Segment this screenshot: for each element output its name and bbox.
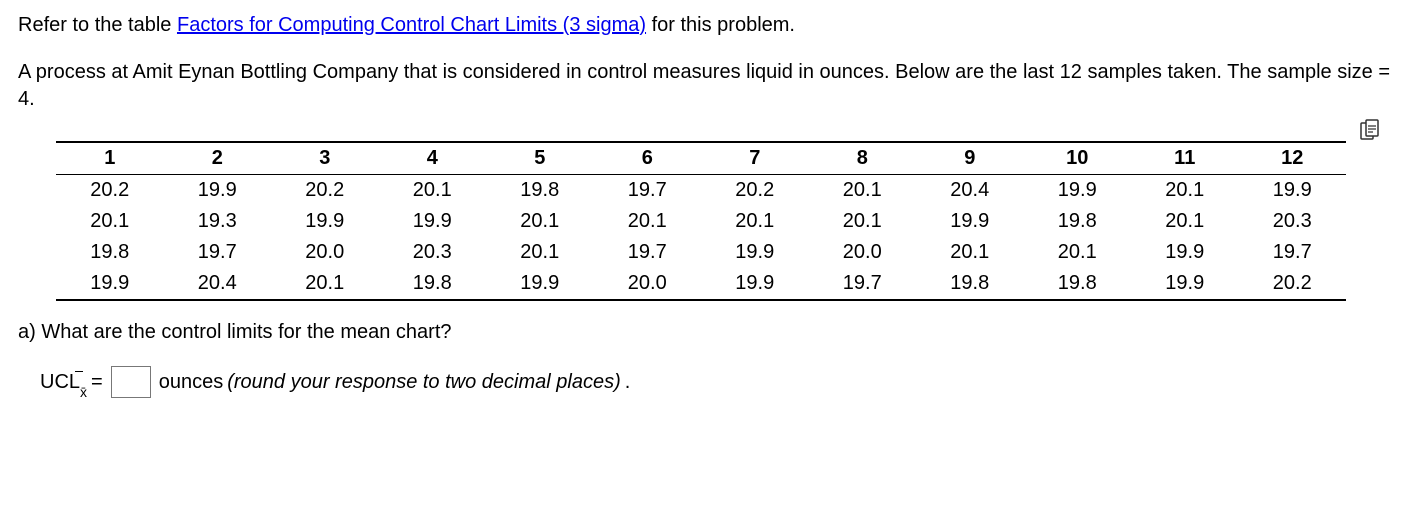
ucl-base: UCL [40,371,80,394]
table-cell: 20.1 [701,206,809,237]
table-cell: 19.9 [271,206,379,237]
period: . [625,371,631,394]
samples-table: 1 2 3 4 5 6 7 8 9 10 11 12 20.2 19.9 20.… [56,141,1346,301]
equals-sign: = [91,371,103,394]
table-cell: 20.1 [594,206,702,237]
intro-line: Refer to the table Factors for Computing… [18,12,1402,39]
table-cell: 19.9 [701,268,809,300]
question-a: a) What are the control limits for the m… [18,319,1402,346]
table-cell: 19.9 [701,237,809,268]
table-cell: 19.9 [1131,268,1239,300]
table-cell: 19.9 [1239,175,1347,207]
table-row: 19.9 20.4 20.1 19.8 19.9 20.0 19.9 19.7 … [56,268,1346,300]
table-cell: 20.2 [56,175,164,207]
table-cell: 20.1 [1131,175,1239,207]
factors-link[interactable]: Factors for Computing Control Chart Limi… [177,14,646,36]
table-cell: 20.0 [271,237,379,268]
rounding-hint: (round your response to two decimal plac… [227,371,621,394]
table-header: 8 [809,142,917,175]
table-row: 19.8 19.7 20.0 20.3 20.1 19.7 19.9 20.0 … [56,237,1346,268]
intro-suffix: for this problem. [646,14,795,36]
table-header: 12 [1239,142,1347,175]
copy-table-icon[interactable] [1360,119,1378,139]
table-header: 3 [271,142,379,175]
table-cell: 20.1 [486,206,594,237]
table-cell: 19.9 [56,268,164,300]
table-row: 20.2 19.9 20.2 20.1 19.8 19.7 20.2 20.1 … [56,175,1346,207]
problem-paragraph: A process at Amit Eynan Bottling Company… [18,59,1402,113]
table-cell: 19.7 [594,175,702,207]
table-cell: 19.7 [164,237,272,268]
table-cell: 20.1 [271,268,379,300]
table-cell: 20.1 [56,206,164,237]
answer-line: UCLx̄ = ounces (round your response to t… [40,366,1402,398]
table-cell: 20.1 [916,237,1024,268]
table-cell: 20.2 [701,175,809,207]
table-cell: 19.7 [594,237,702,268]
table-cell: 19.9 [1024,175,1132,207]
table-header: 10 [1024,142,1132,175]
table-cell: 20.3 [379,237,487,268]
table-cell: 20.4 [164,268,272,300]
table-cell: 20.1 [809,206,917,237]
table-cell: 19.9 [916,206,1024,237]
table-header: 5 [486,142,594,175]
table-header: 2 [164,142,272,175]
table-cell: 19.8 [1024,206,1132,237]
table-cell: 19.9 [486,268,594,300]
table-row: 20.1 19.3 19.9 19.9 20.1 20.1 20.1 20.1 … [56,206,1346,237]
table-cell: 20.4 [916,175,1024,207]
table-header: 1 [56,142,164,175]
table-cell: 19.8 [916,268,1024,300]
table-cell: 20.1 [379,175,487,207]
table-header-row: 1 2 3 4 5 6 7 8 9 10 11 12 [56,142,1346,175]
ucl-subscript: x̄ [80,384,87,400]
units-label: ounces [159,371,224,394]
table-cell: 20.1 [809,175,917,207]
table-cell: 19.3 [164,206,272,237]
table-cell: 19.8 [1024,268,1132,300]
table-cell: 19.8 [379,268,487,300]
table-cell: 19.8 [56,237,164,268]
table-cell: 20.2 [1239,268,1347,300]
table-cell: 19.9 [1131,237,1239,268]
table-header: 9 [916,142,1024,175]
table-header: 6 [594,142,702,175]
table-cell: 19.8 [486,175,594,207]
table-header: 11 [1131,142,1239,175]
table-header: 4 [379,142,487,175]
table-cell: 20.1 [486,237,594,268]
table-cell: 19.7 [809,268,917,300]
table-cell: 20.2 [271,175,379,207]
table-cell: 20.1 [1024,237,1132,268]
table-cell: 20.0 [809,237,917,268]
table-cell: 19.9 [164,175,272,207]
table-cell: 20.0 [594,268,702,300]
table-cell: 20.3 [1239,206,1347,237]
table-cell: 19.7 [1239,237,1347,268]
ucl-symbol: UCLx̄ [40,371,87,394]
table-header: 7 [701,142,809,175]
intro-prefix: Refer to the table [18,14,177,36]
table-cell: 20.1 [1131,206,1239,237]
table-cell: 19.9 [379,206,487,237]
ucl-answer-input[interactable] [111,366,151,398]
